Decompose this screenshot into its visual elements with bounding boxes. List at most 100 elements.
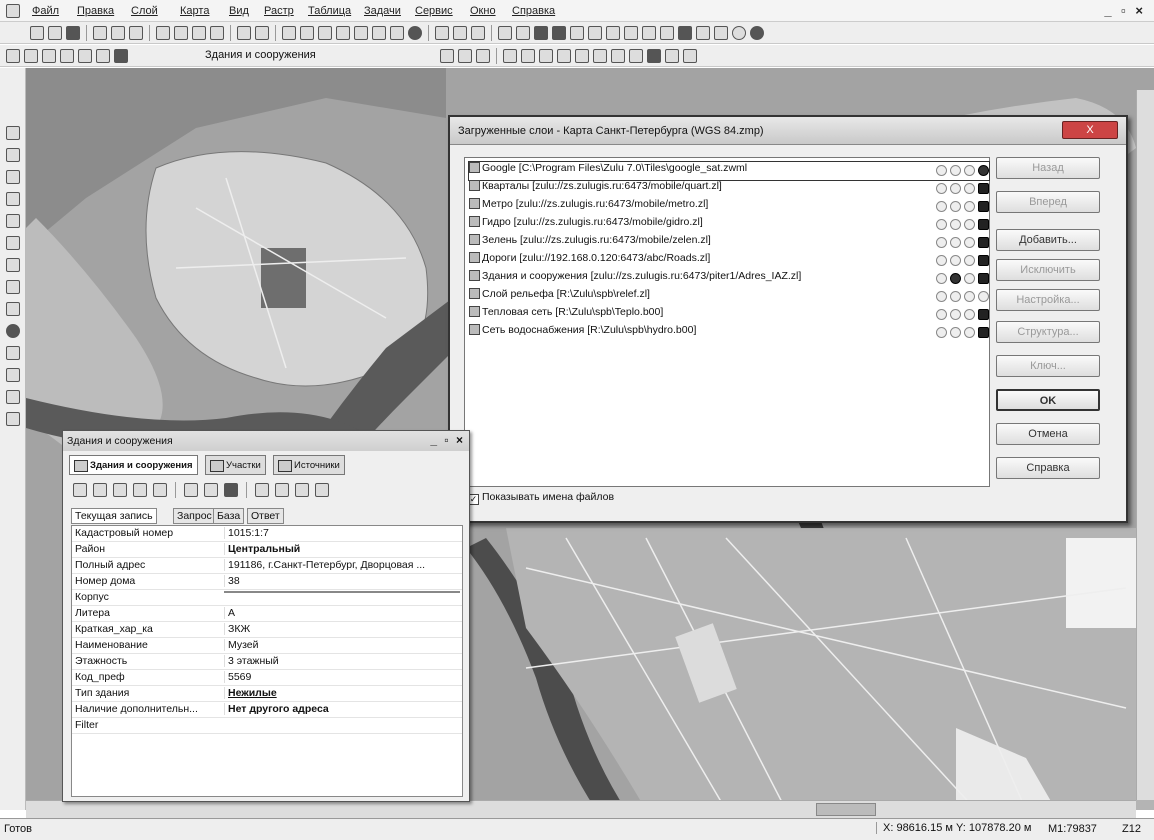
table-row[interactable]: Полный адрес 191186, г.Санкт-Петербург, Д… (72, 558, 462, 574)
info-tool-icon[interactable] (6, 170, 20, 184)
pointer-icon[interactable] (6, 126, 20, 140)
menu-window[interactable]: Окно (470, 5, 496, 17)
paste-icon[interactable] (192, 26, 206, 40)
layer-row[interactable]: Дороги [zulu://192.168.0.120:6473/abc/Ro… (469, 252, 989, 270)
object-tool9-icon[interactable] (593, 49, 607, 63)
layer-structure-button[interactable]: Структура... (996, 321, 1100, 343)
prev-record-icon[interactable] (113, 483, 127, 497)
table-row[interactable]: Литера А (72, 606, 462, 622)
table-row[interactable]: Район Центральный (72, 542, 462, 558)
object-tool10-icon[interactable] (611, 49, 625, 63)
tool6-icon[interactable] (588, 26, 602, 40)
table-row[interactable]: Краткая_хар_ка ЗКЖ (72, 622, 462, 638)
next-record-icon[interactable] (133, 483, 147, 497)
edit-tool6-icon[interactable] (96, 49, 110, 63)
remove-layer-button[interactable]: Исключить (996, 259, 1100, 281)
horizontal-scrollbar[interactable] (26, 800, 1136, 818)
edit-tool5-icon[interactable] (78, 49, 92, 63)
print-record-icon[interactable] (315, 483, 329, 497)
object-tool6-icon[interactable] (539, 49, 553, 63)
layer-key-button[interactable]: Ключ... (996, 355, 1100, 377)
dialog-close-button[interactable]: X (1062, 121, 1118, 139)
undo-icon[interactable] (237, 26, 251, 40)
edit-record-icon[interactable] (275, 483, 289, 497)
edit-tool2-icon[interactable] (24, 49, 38, 63)
table-row[interactable]: Код_преф 5569 (72, 670, 462, 686)
tool4-icon[interactable] (552, 26, 566, 40)
window2-icon[interactable] (390, 26, 404, 40)
menu-table[interactable]: Таблица (308, 5, 351, 17)
measure-icon[interactable] (6, 346, 20, 360)
menu-layer[interactable]: Слой (131, 5, 158, 17)
menu-help[interactable]: Справка (512, 5, 555, 17)
table-row[interactable]: Тип здания Нежилые (72, 686, 462, 702)
menu-file[interactable]: Файл (32, 5, 59, 17)
route-icon[interactable] (6, 390, 20, 404)
zoom-out-icon[interactable] (6, 280, 20, 294)
new-icon[interactable] (30, 26, 44, 40)
prev-page-icon[interactable] (93, 483, 107, 497)
active-layer-label[interactable]: Здания и сооружения (205, 49, 316, 61)
table-row[interactable]: Наличие дополнительн... Нет другого адрес… (72, 702, 462, 718)
tab-sources[interactable]: Источники (273, 455, 345, 475)
layer-row[interactable]: Гидро [zulu://zs.zulugis.ru:6473/mobile/… (469, 216, 989, 234)
layer-row[interactable]: Здания и сооружения [zulu://zs.zulugis.r… (469, 270, 989, 288)
tool2-icon[interactable] (516, 26, 530, 40)
window-icon[interactable] (372, 26, 386, 40)
tool5-icon[interactable] (570, 26, 584, 40)
layer-row[interactable]: Зелень [zulu://zs.zulugis.ru:6473/mobile… (469, 234, 989, 252)
edit-tool4-icon[interactable] (60, 49, 74, 63)
menu-service[interactable]: Сервис (415, 5, 453, 17)
back-button[interactable]: Назад (996, 157, 1100, 179)
preview-icon[interactable] (111, 26, 125, 40)
tool9-icon[interactable] (642, 26, 656, 40)
menu-view[interactable]: Вид (229, 5, 249, 17)
tool8-icon[interactable] (624, 26, 638, 40)
cut-icon[interactable] (156, 26, 170, 40)
save-icon[interactable] (66, 26, 80, 40)
tool3-icon[interactable] (534, 26, 548, 40)
zoom-rect-icon[interactable] (6, 214, 20, 228)
subtab-query[interactable]: Запрос (173, 508, 216, 524)
tool15-icon[interactable] (750, 26, 764, 40)
first-record-icon[interactable] (73, 483, 87, 497)
menu-raster[interactable]: Растр (264, 5, 294, 17)
refresh-icon[interactable] (354, 26, 368, 40)
dialog-titlebar[interactable]: Загруженные слои - Карта Санкт-Петербург… (450, 117, 1126, 145)
menu-map[interactable]: Карта (180, 5, 209, 17)
copy-icon[interactable] (174, 26, 188, 40)
print-icon[interactable] (93, 26, 107, 40)
layer-list[interactable]: Google [C:\Program Files\Zulu 7.0\Tiles\… (464, 157, 990, 487)
subtab-base[interactable]: База (213, 508, 245, 524)
edit-tool3-icon[interactable] (42, 49, 56, 63)
tool13-icon[interactable] (714, 26, 728, 40)
map-properties-icon[interactable] (300, 26, 314, 40)
panel-window-controls[interactable]: _ ▫ × (430, 433, 465, 447)
layer-row[interactable]: Google [C:\Program Files\Zulu 7.0\Tiles\… (468, 161, 990, 181)
tool12-icon[interactable] (696, 26, 710, 40)
tab-plots[interactable]: Участки (205, 455, 266, 475)
object-tool5-icon[interactable] (521, 49, 535, 63)
table-row[interactable]: Кадастровый номер 1015:1:7 (72, 526, 462, 542)
add-layer-button[interactable]: Добавить... (996, 229, 1100, 251)
select-icon[interactable] (6, 148, 20, 162)
object-tool4-icon[interactable] (503, 49, 517, 63)
table-row[interactable]: Наименование Музей (72, 638, 462, 654)
object-tool8-icon[interactable] (575, 49, 589, 63)
layer-row[interactable]: Сеть водоснабжения [R:\Zulu\spb\hydro.b0… (469, 324, 989, 342)
nav-last-icon[interactable] (453, 26, 467, 40)
nav-find-icon[interactable] (471, 26, 485, 40)
vertical-scrollbar[interactable] (1136, 90, 1154, 800)
active-layer-icon[interactable] (114, 49, 128, 63)
copy-record-icon[interactable] (295, 483, 309, 497)
layer-row[interactable]: Слой рельефа [R:\Zulu\spb\relef.zl] (469, 288, 989, 306)
layer-row[interactable]: Тепловая сеть [R:\Zulu\spb\Teplo.b00] (469, 306, 989, 324)
layer-settings-button[interactable]: Настройка... (996, 289, 1100, 311)
grid-icon[interactable] (336, 26, 350, 40)
layer-row[interactable]: Метро [zulu://zs.zulugis.ru:6473/mobile/… (469, 198, 989, 216)
tool7-icon[interactable] (606, 26, 620, 40)
hand-icon[interactable] (6, 302, 20, 316)
ok-button[interactable]: OK (996, 389, 1100, 411)
info-icon[interactable] (408, 26, 422, 40)
horizontal-scroll-thumb[interactable] (816, 803, 876, 816)
